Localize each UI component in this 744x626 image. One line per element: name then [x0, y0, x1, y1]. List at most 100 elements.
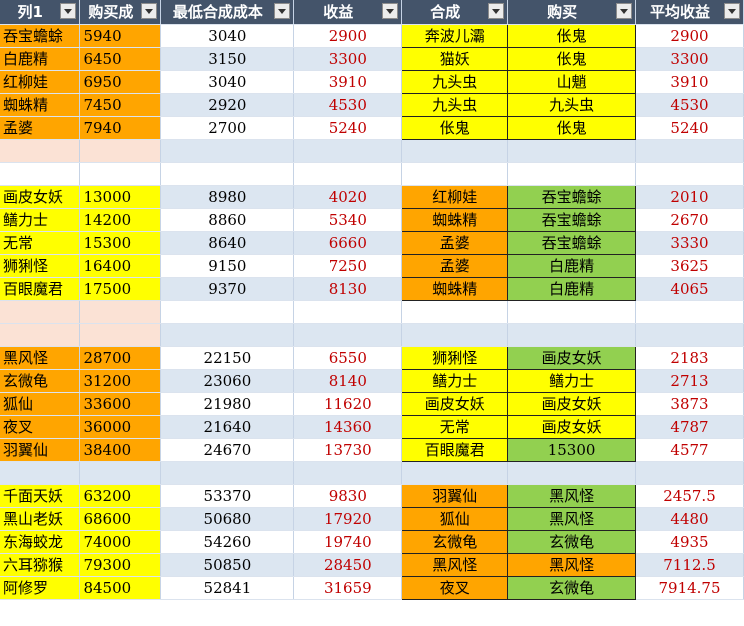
cell-profit[interactable]: 8140	[293, 369, 403, 393]
cell-buy-cost[interactable]: 5940	[79, 24, 162, 48]
cell-buy-cost[interactable]: 38400	[79, 438, 162, 462]
cell-min-cost[interactable]: 9370	[160, 277, 295, 301]
cell-purchase[interactable]: 白鹿精	[507, 276, 636, 301]
cell-craft[interactable]: 孟婆	[401, 230, 509, 255]
empty-cell[interactable]	[79, 162, 162, 186]
cell-craft[interactable]: 黑风怪	[401, 552, 509, 577]
cell-purchase[interactable]: 白鹿精	[507, 253, 636, 278]
cell-min-cost[interactable]: 3040	[160, 70, 295, 94]
cell-craft[interactable]: 夜叉	[401, 575, 509, 600]
cell-buy-cost[interactable]: 79300	[79, 553, 162, 577]
cell-avg-profit[interactable]: 4935	[635, 530, 744, 554]
cell-purchase[interactable]: 画皮女妖	[507, 345, 636, 370]
cell-min-cost[interactable]: 8980	[160, 185, 295, 209]
cell-craft[interactable]: 奔波儿灞	[401, 23, 509, 48]
cell-avg-profit[interactable]: 2457.5	[635, 484, 744, 508]
cell-name[interactable]: 吞宝蟾蜍	[0, 24, 81, 48]
cell-avg-profit[interactable]: 4065	[635, 277, 744, 301]
cell-min-cost[interactable]: 53370	[160, 484, 295, 508]
empty-cell[interactable]	[160, 162, 295, 186]
cell-craft[interactable]: 无常	[401, 414, 509, 439]
cell-min-cost[interactable]: 54260	[160, 530, 295, 554]
cell-profit[interactable]: 19740	[293, 530, 403, 554]
column-header-profit[interactable]: 收益	[293, 0, 403, 25]
cell-buy-cost[interactable]: 68600	[79, 507, 162, 531]
cell-avg-profit[interactable]: 2670	[635, 208, 744, 232]
cell-avg-profit[interactable]: 4577	[635, 438, 744, 462]
cell-avg-profit[interactable]: 4530	[635, 93, 744, 117]
cell-min-cost[interactable]: 9150	[160, 254, 295, 278]
cell-min-cost[interactable]: 52841	[160, 576, 295, 600]
cell-purchase[interactable]: 黑风怪	[507, 506, 636, 531]
filter-dropdown-icon[interactable]	[60, 3, 77, 19]
column-header-buy[interactable]: 购买成	[79, 0, 162, 25]
cell-buy-cost[interactable]: 74000	[79, 530, 162, 554]
cell-name[interactable]: 阿修罗	[0, 576, 81, 600]
cell-buy-cost[interactable]: 63200	[79, 484, 162, 508]
cell-craft[interactable]: 画皮女妖	[401, 391, 509, 416]
cell-buy-cost[interactable]: 13000	[79, 185, 162, 209]
cell-avg-profit[interactable]: 3300	[635, 47, 744, 71]
cell-profit[interactable]: 31659	[293, 576, 403, 600]
empty-cell[interactable]	[293, 323, 403, 347]
empty-cell[interactable]	[0, 300, 81, 324]
empty-cell[interactable]	[635, 300, 744, 324]
empty-cell[interactable]	[401, 139, 509, 163]
cell-purchase[interactable]: 画皮女妖	[507, 414, 636, 439]
cell-purchase[interactable]: 玄微龟	[507, 575, 636, 600]
cell-name[interactable]: 蜘蛛精	[0, 93, 81, 117]
empty-cell[interactable]	[293, 139, 403, 163]
cell-name[interactable]: 狐仙	[0, 392, 81, 416]
cell-avg-profit[interactable]: 7112.5	[635, 553, 744, 577]
cell-profit[interactable]: 4020	[293, 185, 403, 209]
empty-cell[interactable]	[79, 300, 162, 324]
cell-min-cost[interactable]: 2700	[160, 116, 295, 140]
empty-cell[interactable]	[401, 300, 509, 324]
empty-cell[interactable]	[635, 162, 744, 186]
cell-name[interactable]: 羽翼仙	[0, 438, 81, 462]
empty-cell[interactable]	[507, 461, 636, 485]
empty-cell[interactable]	[507, 162, 636, 186]
cell-buy-cost[interactable]: 28700	[79, 346, 162, 370]
cell-buy-cost[interactable]: 15300	[79, 231, 162, 255]
column-header-cost[interactable]: 最低合成成本	[160, 0, 295, 25]
cell-purchase[interactable]: 黑风怪	[507, 552, 636, 577]
cell-name[interactable]: 黑风怪	[0, 346, 81, 370]
cell-min-cost[interactable]: 50680	[160, 507, 295, 531]
empty-cell[interactable]	[401, 323, 509, 347]
cell-profit[interactable]: 6550	[293, 346, 403, 370]
cell-min-cost[interactable]: 8860	[160, 208, 295, 232]
cell-buy-cost[interactable]: 16400	[79, 254, 162, 278]
cell-buy-cost[interactable]: 14200	[79, 208, 162, 232]
cell-buy-cost[interactable]: 31200	[79, 369, 162, 393]
empty-cell[interactable]	[160, 139, 295, 163]
cell-name[interactable]: 玄微龟	[0, 369, 81, 393]
empty-cell[interactable]	[160, 300, 295, 324]
empty-cell[interactable]	[0, 162, 81, 186]
cell-profit[interactable]: 5340	[293, 208, 403, 232]
cell-buy-cost[interactable]: 33600	[79, 392, 162, 416]
cell-purchase[interactable]: 吞宝蟾蜍	[507, 184, 636, 209]
empty-cell[interactable]	[79, 139, 162, 163]
cell-name[interactable]: 六耳猕猴	[0, 553, 81, 577]
cell-purchase[interactable]: 鳝力士	[507, 368, 636, 393]
cell-craft[interactable]: 九头虫	[401, 69, 509, 94]
cell-name[interactable]: 黑山老妖	[0, 507, 81, 531]
filter-dropdown-icon[interactable]	[274, 3, 291, 19]
cell-avg-profit[interactable]: 3330	[635, 231, 744, 255]
filter-dropdown-icon[interactable]	[724, 3, 740, 19]
cell-name[interactable]: 千面天妖	[0, 484, 81, 508]
column-header-name[interactable]: 列1	[0, 0, 81, 25]
cell-purchase[interactable]: 吞宝蟾蜍	[507, 230, 636, 255]
cell-min-cost[interactable]: 23060	[160, 369, 295, 393]
cell-name[interactable]: 无常	[0, 231, 81, 255]
cell-avg-profit[interactable]: 2900	[635, 24, 744, 48]
cell-profit[interactable]: 9830	[293, 484, 403, 508]
empty-cell[interactable]	[0, 461, 81, 485]
cell-name[interactable]: 东海蛟龙	[0, 530, 81, 554]
cell-profit[interactable]: 11620	[293, 392, 403, 416]
cell-purchase[interactable]: 伥鬼	[507, 23, 636, 48]
cell-min-cost[interactable]: 50850	[160, 553, 295, 577]
cell-craft[interactable]: 九头虫	[401, 92, 509, 117]
empty-cell[interactable]	[635, 461, 744, 485]
